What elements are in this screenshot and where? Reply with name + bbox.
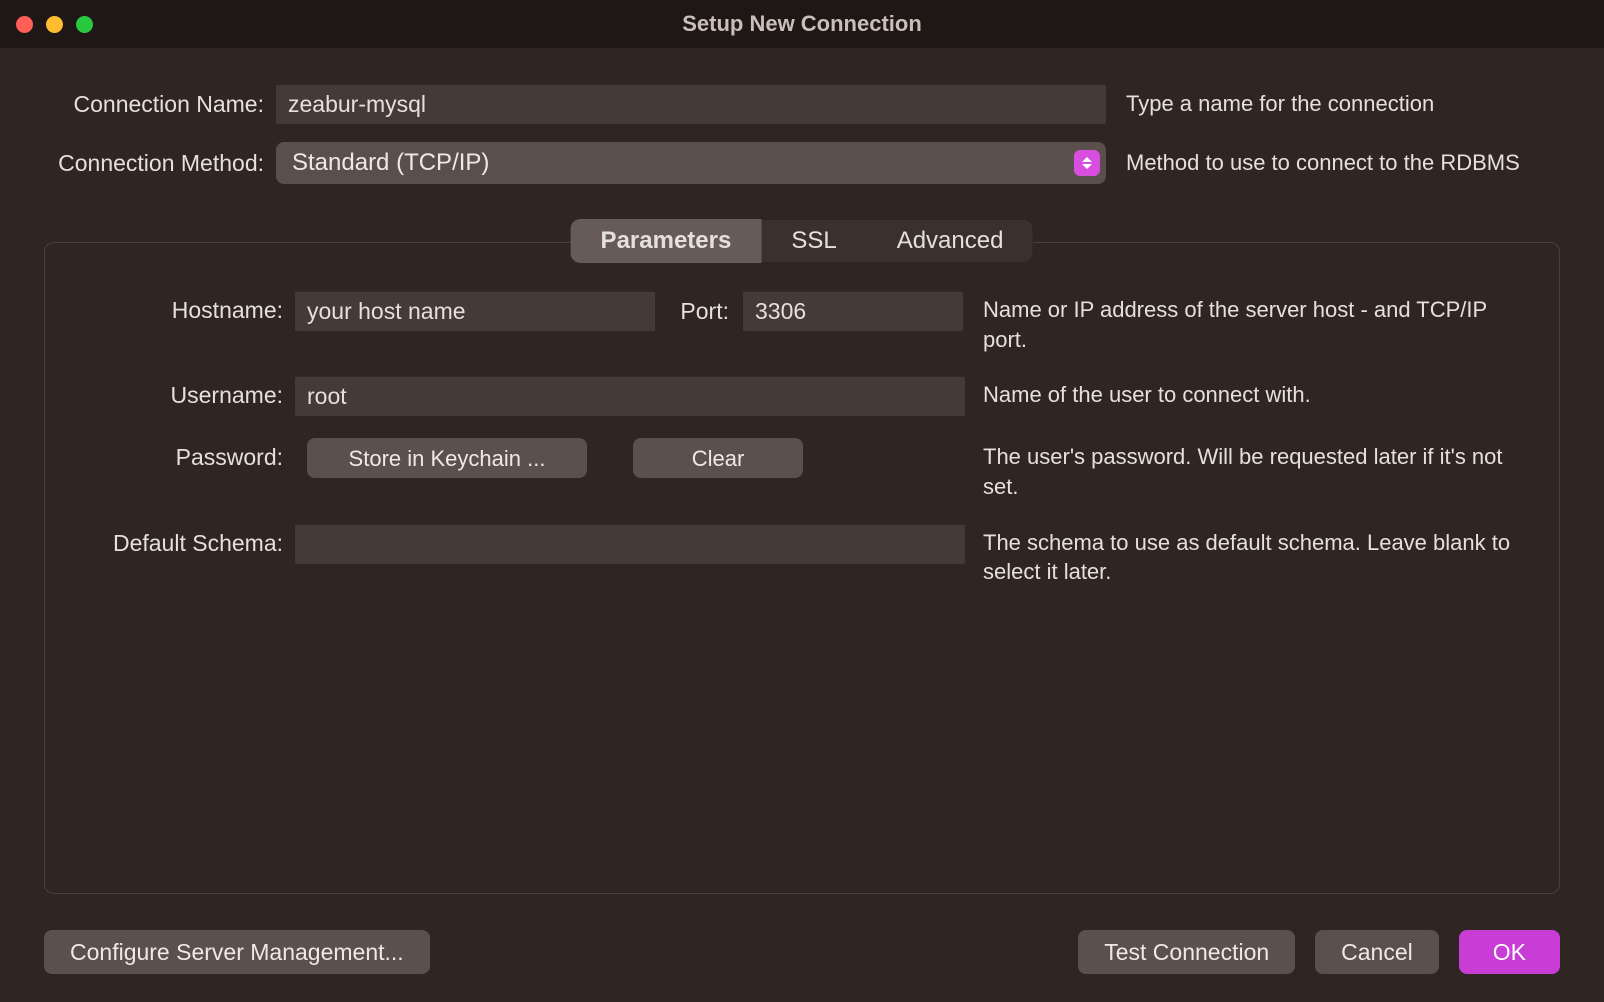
connection-method-help: Method to use to connect to the RDBMS xyxy=(1118,150,1560,176)
footer: Configure Server Management... Test Conn… xyxy=(44,930,1560,974)
window-controls xyxy=(16,16,93,33)
username-label: Username: xyxy=(73,376,283,409)
hostname-controls: Port: xyxy=(295,291,965,331)
tab-parameters[interactable]: Parameters xyxy=(571,219,762,263)
connection-method-select[interactable]: Standard (TCP/IP) xyxy=(276,142,1106,184)
hostname-help: Name or IP address of the server host - … xyxy=(977,291,1531,354)
maximize-icon[interactable] xyxy=(76,16,93,33)
password-label: Password: xyxy=(73,438,283,471)
connection-method-value: Standard (TCP/IP) xyxy=(292,149,489,177)
schema-row: Default Schema: The schema to use as def… xyxy=(73,524,1531,587)
connection-method-label: Connection Method: xyxy=(44,150,264,177)
chevron-updown-icon xyxy=(1074,150,1100,176)
test-connection-button[interactable]: Test Connection xyxy=(1078,930,1295,974)
store-keychain-button[interactable]: Store in Keychain ... xyxy=(307,438,587,478)
password-row: Password: Store in Keychain ... Clear Th… xyxy=(73,438,1531,501)
password-help: The user's password. Will be requested l… xyxy=(977,438,1531,501)
connection-name-row: Connection Name: Type a name for the con… xyxy=(44,84,1560,124)
configure-server-button[interactable]: Configure Server Management... xyxy=(44,930,430,974)
window-title: Setup New Connection xyxy=(0,11,1604,37)
hostname-row: Hostname: Port: Name or IP address of th… xyxy=(73,291,1531,354)
password-controls: Store in Keychain ... Clear xyxy=(295,438,965,478)
username-help: Name of the user to connect with. xyxy=(977,376,1531,410)
port-input[interactable] xyxy=(743,291,963,331)
parameters-fieldset: Parameters SSL Advanced Hostname: Port: … xyxy=(44,242,1560,894)
username-input[interactable] xyxy=(295,376,965,416)
tab-ssl[interactable]: SSL xyxy=(761,219,866,263)
cancel-button[interactable]: Cancel xyxy=(1315,930,1439,974)
default-schema-input[interactable] xyxy=(295,524,965,564)
hostname-input[interactable] xyxy=(295,291,655,331)
schema-help: The schema to use as default schema. Lea… xyxy=(977,524,1531,587)
dialog-content: Connection Name: Type a name for the con… xyxy=(0,48,1604,1002)
connection-name-input[interactable] xyxy=(276,84,1106,124)
port-label: Port: xyxy=(669,298,729,325)
username-controls xyxy=(295,376,965,416)
schema-label: Default Schema: xyxy=(73,524,283,557)
close-icon[interactable] xyxy=(16,16,33,33)
schema-controls xyxy=(295,524,965,564)
username-row: Username: Name of the user to connect wi… xyxy=(73,376,1531,416)
hostname-label: Hostname: xyxy=(73,291,283,324)
clear-password-button[interactable]: Clear xyxy=(633,438,803,478)
dialog-window: Setup New Connection Connection Name: Ty… xyxy=(0,0,1604,1002)
connection-method-row: Connection Method: Standard (TCP/IP) Met… xyxy=(44,142,1560,184)
tab-advanced[interactable]: Advanced xyxy=(867,219,1034,263)
connection-name-help: Type a name for the connection xyxy=(1118,91,1560,117)
connection-name-label: Connection Name: xyxy=(44,91,264,118)
tabs: Parameters SSL Advanced xyxy=(571,219,1034,263)
minimize-icon[interactable] xyxy=(46,16,63,33)
titlebar: Setup New Connection xyxy=(0,0,1604,48)
ok-button[interactable]: OK xyxy=(1459,930,1560,974)
